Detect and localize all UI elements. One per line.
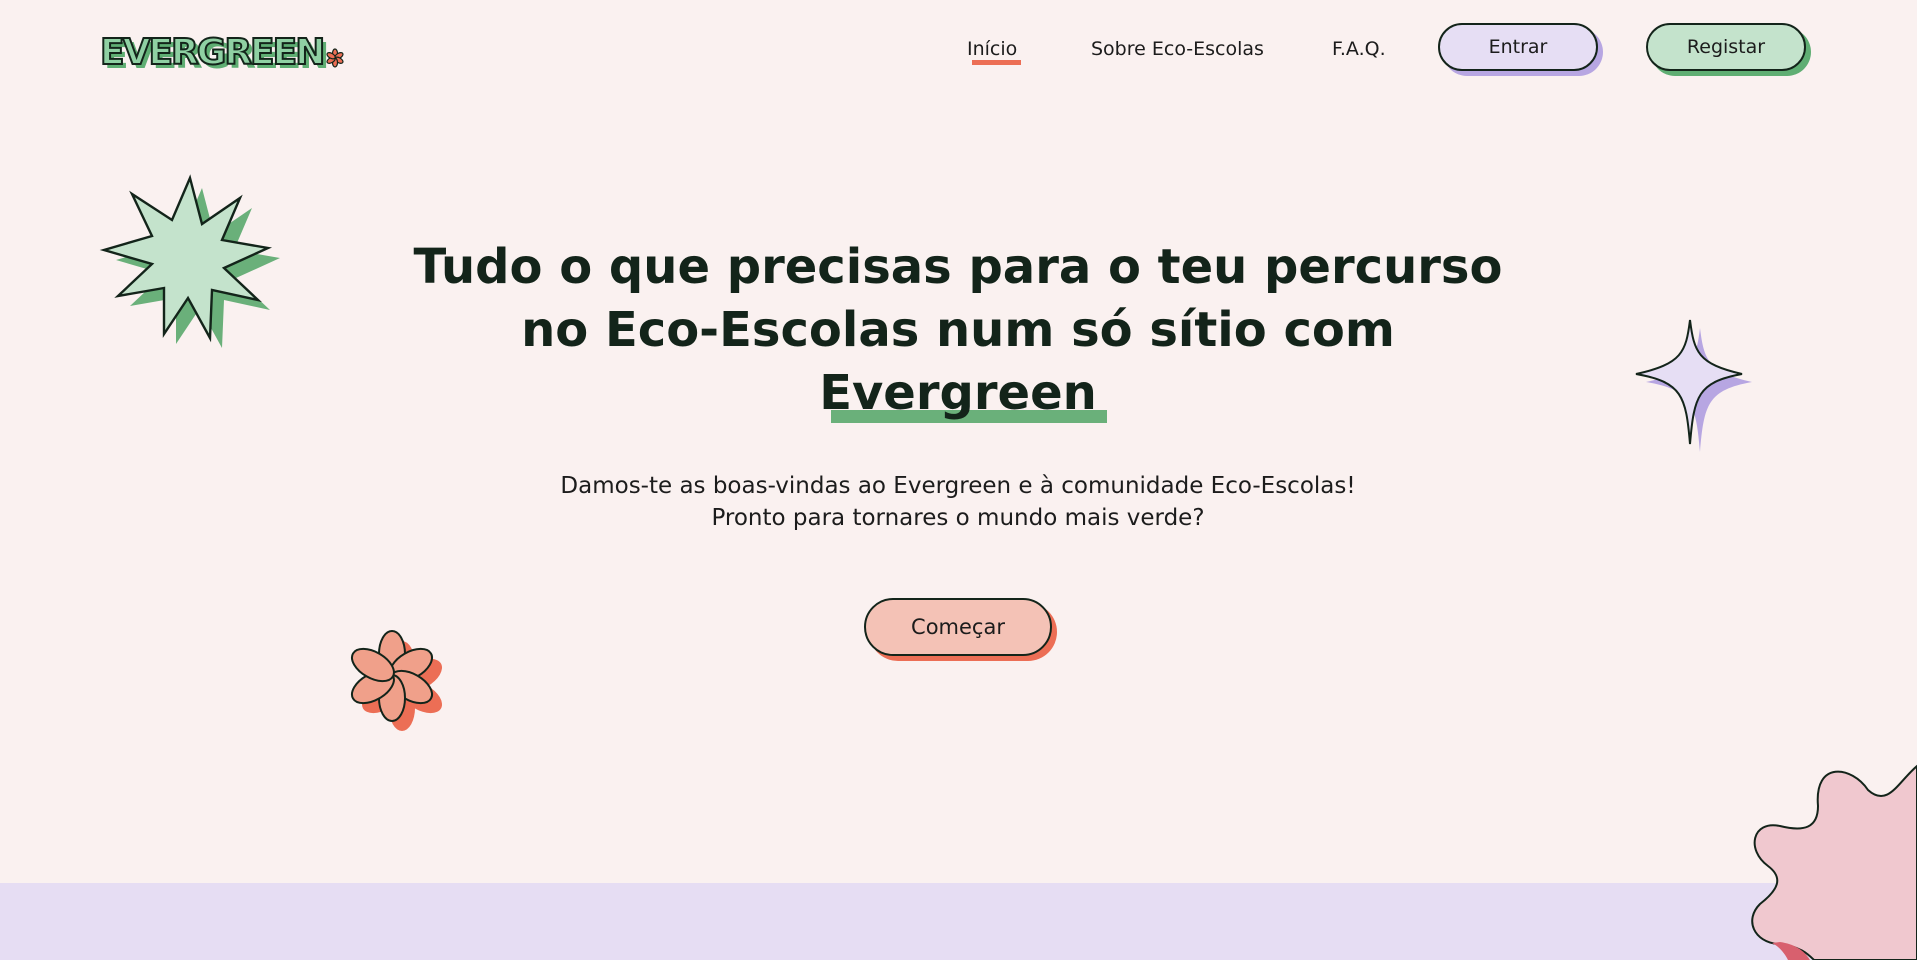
footer-band (0, 883, 1917, 960)
nav-link-inicio[interactable]: Início (967, 36, 1022, 65)
hero-title: Tudo o que precisas para o teu percurso … (408, 236, 1508, 425)
flower-icon (350, 630, 443, 731)
hero-title-highlight: Evergreen (819, 362, 1107, 425)
hero-subtitle: Damos-te as boas-vindas ao Evergreen e à… (458, 470, 1458, 534)
nav-link-faq[interactable]: F.A.Q. (1332, 36, 1386, 62)
nav-link-sobre-eco-escolas[interactable]: Sobre Eco-Escolas (1091, 36, 1264, 62)
register-button[interactable]: Registar (1646, 23, 1806, 71)
logo-text: EVERGREEN (99, 31, 326, 74)
starburst-icon (99, 174, 280, 348)
logo[interactable]: EVERGREEN (99, 30, 345, 74)
logo-flower-icon (326, 48, 344, 68)
wavy-blob-icon (1751, 764, 1917, 960)
login-button[interactable]: Entrar (1438, 23, 1598, 71)
hero-title-line2: no Eco-Escolas num só sítio com (521, 302, 1395, 358)
sparkle-star-icon (1635, 319, 1752, 452)
hero-title-line1: Tudo o que precisas para o teu percurso (413, 239, 1503, 295)
hero-subtitle-line1: Damos-te as boas-vindas ao Evergreen e à… (560, 473, 1356, 499)
start-button[interactable]: Começar (864, 598, 1052, 656)
hero-subtitle-line2: Pronto para tornares o mundo mais verde? (711, 505, 1205, 531)
